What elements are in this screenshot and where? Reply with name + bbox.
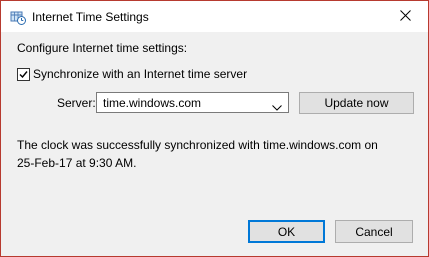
server-label: Server: bbox=[57, 96, 96, 110]
sync-status-text: The clock was successfully synchronized … bbox=[17, 136, 397, 172]
status-line-2: 25-Feb-17 at 9:30 AM. bbox=[17, 156, 137, 170]
ok-button[interactable]: OK bbox=[248, 220, 325, 243]
settings-heading: Configure Internet time settings: bbox=[17, 41, 188, 55]
close-icon bbox=[399, 9, 411, 24]
update-now-button[interactable]: Update now bbox=[299, 92, 414, 114]
sync-checkbox[interactable] bbox=[17, 68, 30, 81]
checkmark-icon bbox=[19, 71, 28, 79]
clock-globe-icon bbox=[10, 9, 26, 25]
chevron-down-icon[interactable] bbox=[272, 100, 282, 114]
server-combobox[interactable]: time.windows.com bbox=[96, 92, 289, 113]
title-bar[interactable]: Internet Time Settings bbox=[1, 1, 428, 32]
dialog-window: Internet Time Settings Configure Interne… bbox=[0, 0, 429, 257]
server-value: time.windows.com bbox=[103, 96, 202, 110]
close-button[interactable] bbox=[382, 1, 428, 32]
cancel-button[interactable]: Cancel bbox=[335, 220, 413, 243]
window-title: Internet Time Settings bbox=[32, 10, 149, 24]
status-line-1: The clock was successfully synchronized … bbox=[17, 138, 378, 152]
sync-checkbox-label[interactable]: Synchronize with an Internet time server bbox=[33, 67, 247, 81]
